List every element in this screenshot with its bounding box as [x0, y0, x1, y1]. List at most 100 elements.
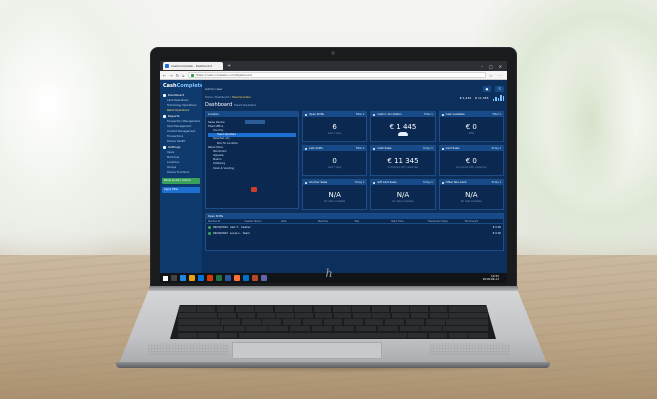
sidebar-green-button[interactable]: Show as list / Unlock	[162, 178, 200, 184]
acrobat-icon[interactable]	[252, 275, 258, 281]
laptop-front-edge	[116, 362, 550, 368]
settings-icon	[163, 145, 166, 149]
widget-caption: Last 7 days	[327, 166, 342, 169]
search-icon[interactable]	[171, 275, 177, 281]
widget-value: € 11 345	[387, 157, 419, 165]
app-logo[interactable]: CashComplete	[160, 82, 204, 92]
widget-value: N/A	[465, 191, 478, 199]
hp-logo-icon: ℎ	[325, 267, 333, 280]
widget-body: € 0 Total	[440, 117, 503, 141]
kpi-widget: Voucher Sales Today ▾ N/A No data availabl…	[302, 179, 368, 210]
maximize-icon[interactable]: □	[489, 64, 493, 69]
excel-icon[interactable]	[216, 275, 222, 281]
folder-icon[interactable]	[189, 275, 195, 281]
breadcrumb-current[interactable]: Head Quarters	[232, 96, 251, 99]
sidebar-section-label: Reports	[168, 114, 180, 118]
status-ok-icon	[208, 231, 211, 235]
column-header[interactable]: Site	[355, 220, 392, 223]
column-header[interactable]: Transaction Type	[428, 220, 465, 223]
taskbar-clock[interactable]: 14:52 2018-09-13	[482, 274, 507, 281]
page-subtitle: Head Quarters	[234, 103, 257, 107]
row-date: 09/09/2022	[213, 225, 228, 229]
column-header[interactable]: Cashier Name	[245, 220, 282, 223]
browser-addressbar: ← → ↻ ⌂ https://cashcomplete.com/Dashboa…	[160, 71, 507, 80]
webcam	[331, 51, 335, 55]
widget-filter[interactable]: Filter ▾	[492, 113, 501, 116]
widget-filter[interactable]: Today ▾	[423, 147, 433, 150]
key-row	[170, 325, 496, 332]
widget-caption: No data available	[324, 200, 346, 203]
widget-filter[interactable]: Today ▾	[491, 147, 501, 150]
widget-filter[interactable]: Filter ▾	[356, 147, 365, 150]
widget-body: 6 Last 7 days	[303, 117, 366, 141]
keyboard	[170, 305, 496, 339]
minimize-icon[interactable]: –	[481, 64, 483, 69]
logo-accent: Complete	[176, 83, 204, 89]
sidebar-item[interactable]: Device Functions	[160, 170, 202, 175]
edge-icon[interactable]	[180, 275, 186, 281]
teams-icon[interactable]	[261, 275, 267, 281]
widget-title: Voucher Sales	[309, 181, 328, 184]
browser-tab[interactable]: CashComplete - Dashboard	[163, 62, 223, 70]
page-title: Dashboard Head Quarters	[205, 101, 504, 109]
alert-button[interactable]	[251, 187, 257, 192]
widget-filter[interactable]: Today ▾	[423, 181, 433, 184]
column-header[interactable]: Started At	[208, 220, 245, 223]
header-stat-left: € 1,234	[459, 96, 472, 100]
url-input[interactable]: https://cashcomplete.com/Dashboard	[187, 72, 487, 78]
powerpoint-icon[interactable]	[207, 275, 213, 281]
location-row[interactable]: Kiosk & Vending	[208, 166, 296, 170]
browser-menu-icon[interactable]: ☆ ⋯	[489, 73, 504, 78]
store-icon[interactable]	[198, 275, 204, 281]
row-date: 09/09/2022	[213, 231, 228, 235]
clock-date: 2018-09-13	[482, 277, 499, 281]
widget-title: Late Shifts	[309, 147, 323, 150]
firefox-icon[interactable]	[234, 275, 240, 281]
user-name[interactable]: Admin User	[205, 87, 222, 91]
widget-caption: Compared with yesterday	[455, 166, 487, 169]
cashcomplete-app: CashComplete Dashboard Cash Operations T…	[160, 80, 507, 273]
kpi-widget: Card Sales Today ▾ € 0 Compared with yeste…	[438, 145, 504, 176]
sidebar-blue-button[interactable]: Apply filter	[162, 187, 200, 193]
reports-icon	[163, 114, 166, 118]
widget-filter[interactable]: Filter ▾	[356, 113, 365, 116]
widget-caption: No data available	[460, 200, 482, 203]
dashboard-icon	[163, 93, 166, 97]
widget-body: € 11 345 Compared with yesterday	[371, 151, 434, 175]
close-icon[interactable]: ✕	[499, 64, 502, 69]
widget-title: Cash Sales	[377, 147, 392, 150]
back-icon[interactable]: ←	[163, 73, 166, 78]
windows-start-icon[interactable]	[163, 275, 168, 281]
cloud-icon	[397, 131, 408, 136]
widget-value: € 1 445	[389, 122, 417, 131]
widget-filter[interactable]: Filter ▾	[424, 113, 433, 116]
forward-icon[interactable]: →	[169, 73, 172, 78]
widget-filter[interactable]: Today ▾	[355, 181, 365, 184]
row-name: Alex T. · Cashier	[229, 225, 251, 229]
background-plant-blur	[547, 40, 637, 200]
clock-icon	[305, 113, 307, 116]
key-row	[170, 331, 496, 338]
column-header[interactable]: Start Time	[391, 220, 428, 223]
user-menu-icon[interactable]: ☰	[495, 86, 504, 92]
word-icon[interactable]	[225, 275, 231, 281]
home-icon[interactable]: ⌂	[182, 73, 185, 78]
kpi-widget: Late Shifts Filter ▾ 0 Last 7 days	[302, 145, 368, 176]
widget-body: € 0 Compared with yesterday	[440, 151, 503, 175]
new-tab-icon[interactable]: +	[227, 63, 231, 69]
column-header[interactable]: Till Amount	[464, 220, 501, 223]
location-panel-title: Location	[208, 113, 219, 116]
header-stat-right: € 11,345	[475, 96, 489, 100]
widget-filter[interactable]: Today ▾	[491, 181, 501, 184]
kpi-widgets: Open Shifts Filter ▾ 6 Last 7 days Cash in…	[302, 111, 504, 210]
notifications-icon[interactable]: ●	[482, 86, 492, 92]
location-search-input[interactable]	[244, 119, 265, 124]
column-header[interactable]: Machine	[318, 220, 355, 223]
row-amount: € 0.00	[492, 231, 501, 235]
column-header[interactable]: Role	[281, 220, 318, 223]
cash-icon	[373, 147, 376, 150]
outlook-icon[interactable]	[243, 275, 249, 281]
url-text: https://cashcomplete.com/Dashboard	[195, 73, 252, 77]
reload-icon[interactable]: ↻	[176, 73, 179, 78]
table-row[interactable]: 09/09/2022 Lucas L. · Team € 0.00	[206, 230, 503, 236]
